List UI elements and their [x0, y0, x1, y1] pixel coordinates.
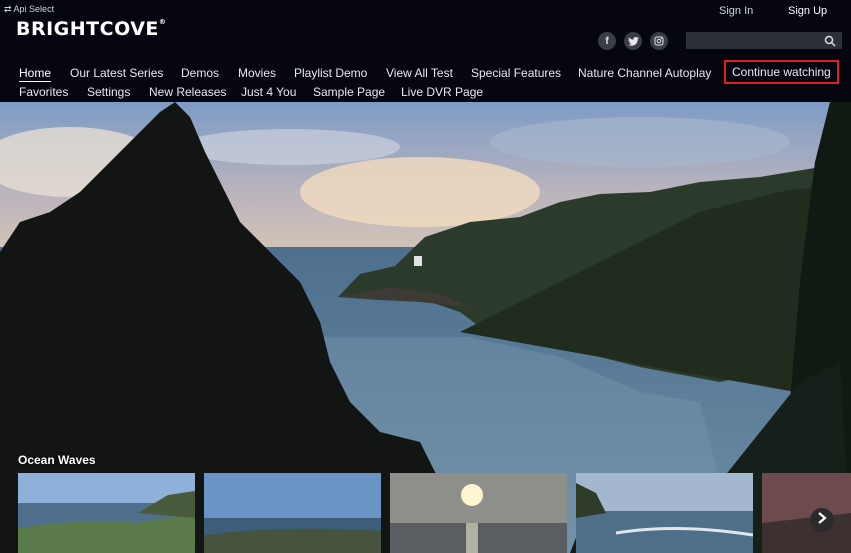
carousel-next-button[interactable]	[810, 508, 834, 532]
nav-settings[interactable]: Settings	[87, 85, 130, 99]
search-icon[interactable]	[824, 34, 836, 52]
video-thumbnail[interactable]	[204, 473, 381, 553]
nav-view-all-test[interactable]: View All Test	[386, 66, 453, 80]
api-select-link[interactable]: ⇄ Api Select	[4, 4, 54, 15]
row-title-ocean-waves: Ocean Waves	[18, 453, 96, 467]
brightcove-logo[interactable]: BRIGHTCOVE®	[16, 18, 166, 40]
nav-movies[interactable]: Movies	[238, 66, 276, 80]
sign-in-link[interactable]: Sign In	[719, 5, 753, 17]
twitter-icon[interactable]	[624, 32, 642, 50]
facebook-icon[interactable]: f	[598, 32, 616, 50]
nav-just-4-you[interactable]: Just 4 You	[241, 85, 296, 99]
site-header: ⇄ Api Select BRIGHTCOVE® Sign In Sign Up…	[0, 0, 851, 102]
logo-text: BRIGHTCOVE	[16, 18, 159, 40]
nav-our-latest-series[interactable]: Our Latest Series	[70, 66, 163, 80]
nav-new-releases[interactable]: New Releases	[149, 85, 226, 99]
nav-demos[interactable]: Demos	[181, 66, 219, 80]
nav-playlist-demo[interactable]: Playlist Demo	[294, 66, 367, 80]
search-input[interactable]	[690, 33, 820, 49]
nav-live-dvr-page[interactable]: Live DVR Page	[401, 85, 483, 99]
video-thumbnail[interactable]	[18, 473, 195, 553]
video-thumbnail[interactable]	[576, 473, 753, 553]
nav-home[interactable]: Home	[19, 66, 52, 82]
logo-registered-mark: ®	[158, 18, 167, 26]
nav-nature-channel-autoplay[interactable]: Nature Channel Autoplay	[578, 66, 711, 80]
nav-special-features[interactable]: Special Features	[471, 66, 561, 80]
sign-up-link[interactable]: Sign Up	[788, 5, 827, 17]
nav-favorites[interactable]: Favorites	[19, 85, 68, 99]
search-bar[interactable]	[686, 32, 842, 49]
nav-sample-page[interactable]: Sample Page	[313, 85, 385, 99]
video-thumbnail[interactable]	[762, 473, 851, 553]
video-thumbnail[interactable]	[390, 473, 567, 553]
instagram-icon[interactable]	[650, 32, 668, 50]
nav-continue-watching[interactable]: Continue watching	[724, 60, 839, 84]
chevron-right-icon	[817, 511, 827, 529]
